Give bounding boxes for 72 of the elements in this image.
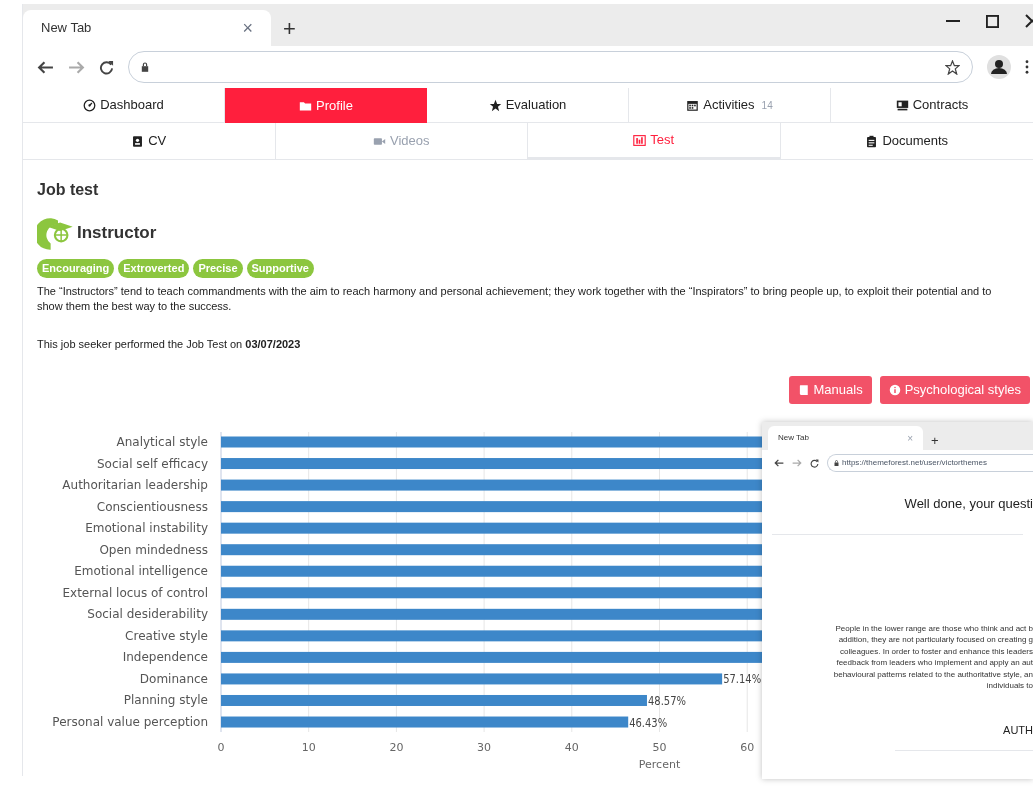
sub-tab[interactable]: Documents (780, 123, 1033, 159)
axis-tick-label: 60 (740, 741, 755, 754)
section-title: Job test (37, 180, 100, 200)
value-label: 48.57% (647, 694, 692, 708)
reload-icon[interactable] (810, 458, 819, 468)
clipboard-icon (865, 134, 879, 148)
category-label: Personal value perception (52, 715, 208, 729)
folder-icon (299, 99, 313, 112)
star-icon (488, 98, 502, 112)
new-tab-button[interactable]: + (931, 434, 939, 447)
profile-avatar-icon[interactable] (987, 55, 1011, 79)
test-date-text: This job seeker performed the Job Test on 03/07/2023 (37, 336, 302, 352)
category-label: Planning style (123, 693, 208, 708)
value-label: 57.14% (723, 672, 767, 687)
axis-tick-label: 40 (564, 741, 579, 754)
back-icon[interactable] (774, 458, 784, 468)
category-label: Open mindedness (99, 542, 208, 557)
category-label: Emotional intelligence (74, 564, 208, 579)
axis-title: Percent (638, 758, 681, 771)
lock-icon (834, 460, 839, 466)
close-icon[interactable] (1025, 14, 1033, 28)
trait-tag: Extroverted (118, 259, 190, 278)
axis-tick-label: 10 (301, 741, 316, 754)
category-label: Emotional instability (85, 521, 208, 536)
category-label: Social self efficacy (96, 456, 208, 471)
axis-tick-label: 50 (652, 741, 667, 754)
activity-count: 14 (761, 98, 773, 113)
info-icon (888, 384, 901, 396)
url-text: https://themeforest.net/user/victorthemes (842, 457, 987, 469)
presentation-board-icon (895, 98, 909, 112)
sub-tab[interactable]: Test (528, 123, 781, 159)
browser-tab[interactable]: New Tab × (768, 426, 923, 450)
nav-tab[interactable]: Activities 14 (629, 88, 831, 123)
reload-icon[interactable] (99, 59, 114, 75)
trait-tag: Supportive (246, 259, 314, 278)
chart-icon (633, 133, 647, 147)
category-label: Social desiderability (87, 607, 208, 622)
nav-tab[interactable]: Profile (225, 88, 427, 123)
book-icon (797, 384, 810, 396)
tab-title: New Tab (41, 19, 92, 38)
bookmark-star-icon[interactable] (945, 59, 960, 75)
nav-tab[interactable]: Evaluation (427, 88, 629, 123)
category-label: Independence (122, 650, 208, 665)
category-label: Authoritarian leadership (62, 478, 208, 493)
maximize-icon[interactable] (986, 14, 999, 28)
axis-tick-label: 0 (217, 741, 225, 754)
dialog-heading: Well done, your questi (904, 495, 1033, 513)
nav-tab[interactable]: Dashboard (23, 88, 225, 123)
category-label: Dominance (139, 671, 208, 686)
browser-tab[interactable]: New Tab × (23, 10, 271, 46)
tab-close[interactable]: × (242, 14, 253, 42)
category-label: Analytical style (116, 435, 208, 449)
calendar-icon (686, 98, 700, 112)
category-label: Conscientiousness (96, 499, 208, 514)
lock-icon (141, 62, 149, 72)
axis-tick-label: 30 (477, 741, 492, 754)
new-tab-button[interactable]: + (283, 18, 296, 40)
result-paragraph: People in the lower range are those who think and act b addition, they are not particularly focused on creating g colleagues. In order to foster and enhance this leaders feedback from leaders who implement and apply an aut behavioural patterns related to the authoritative style, an individuals to (832, 622, 1033, 692)
menu-icon[interactable] (1025, 60, 1029, 74)
sub-tab[interactable]: CV (23, 123, 276, 159)
trait-tag: Encouraging (37, 259, 115, 278)
gauge-icon (83, 98, 97, 112)
profile-name: Instructor (77, 222, 157, 245)
tab-title: New Tab (778, 432, 809, 444)
value-label: 46.43% (629, 715, 674, 730)
trait-tag: Precise (193, 259, 243, 278)
category-label: External locus of control (62, 585, 208, 600)
result-heading: AUTH (895, 721, 1033, 751)
category-label: Creative style (125, 628, 208, 643)
id-card-icon (131, 134, 145, 148)
profile-description: The “Instructors” tend to teach commandments with the aim to reach harmony and personal achievement; they work together with the “Inspirators” to bring people up, to exploit their potential and to show them the best way to the success. (37, 283, 993, 314)
axis-tick-label: 20 (389, 741, 404, 754)
